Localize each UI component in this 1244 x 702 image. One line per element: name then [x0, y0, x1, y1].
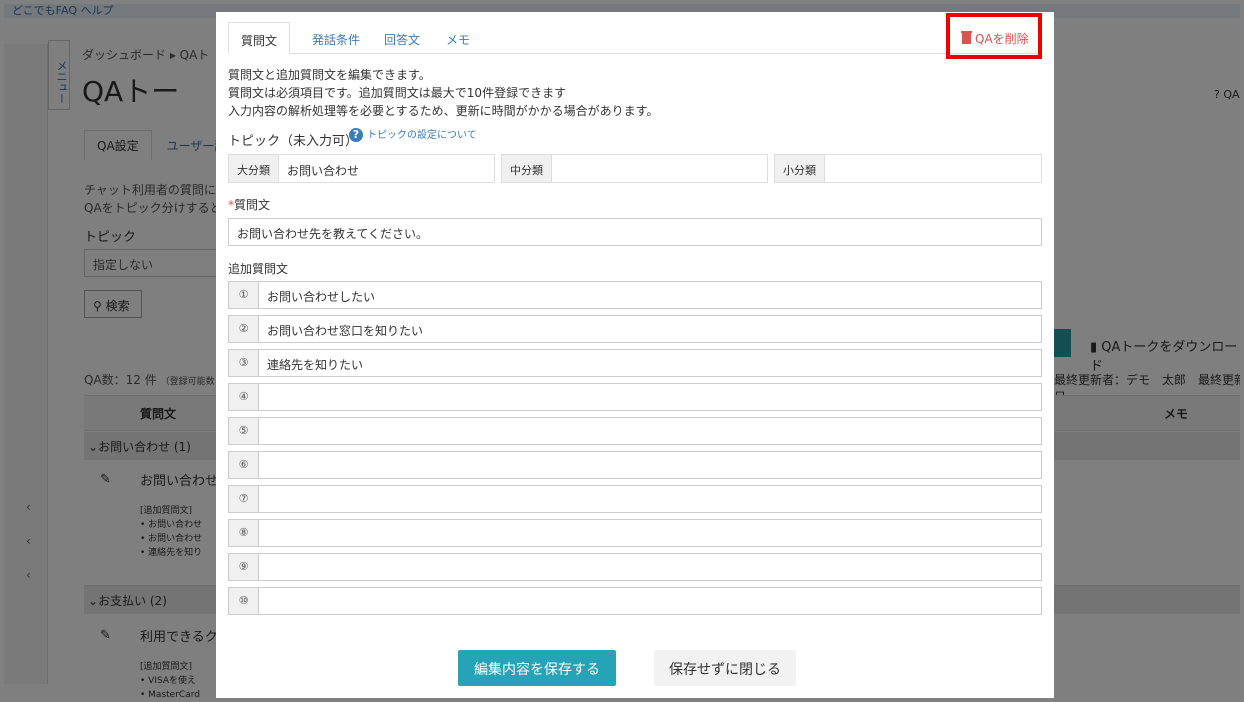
- additional-question-field[interactable]: ⑤: [228, 417, 1042, 445]
- additional-question-number: ③: [229, 350, 259, 376]
- modal-tabs: 質問文 発話条件 回答文 メモ: [228, 22, 1042, 54]
- additional-question-number: ⑤: [229, 418, 259, 444]
- additional-question-input[interactable]: お問い合わせしたい: [259, 282, 1041, 308]
- category-small-input[interactable]: [825, 155, 1041, 182]
- additional-question-field[interactable]: ① お問い合わせしたい: [228, 281, 1042, 309]
- info-line: 入力内容の解析処理等を必要とするため、更新に時間がかかる場合があります。: [228, 104, 659, 118]
- category-large-field[interactable]: 大分類 お問い合わせ: [228, 154, 495, 183]
- question-input[interactable]: お問い合わせ先を教えてください。: [228, 218, 1042, 246]
- category-small-field[interactable]: 小分類: [774, 154, 1042, 183]
- category-large-label: 大分類: [229, 155, 279, 182]
- topic-help-link[interactable]: ? トピックの設定について: [349, 126, 477, 142]
- additional-question-field[interactable]: ④: [228, 383, 1042, 411]
- category-mid-field[interactable]: 中分類: [501, 154, 768, 183]
- additional-question-field[interactable]: ⑨: [228, 553, 1042, 581]
- trash-icon: [961, 31, 972, 44]
- category-mid-input[interactable]: [552, 155, 767, 182]
- tab-memo[interactable]: メモ: [434, 22, 482, 54]
- category-large-input[interactable]: お問い合わせ: [279, 155, 494, 182]
- additional-question-field[interactable]: ⑧: [228, 519, 1042, 547]
- info-line: 質問文は必須項目です。追加質問文は最大で10件登録できます: [228, 86, 567, 100]
- category-small-label: 小分類: [775, 155, 825, 182]
- window-frame: どこでもFAQ ヘルプ ‹ ‹ ‹ メニュー ダッシュボード ▸ QAト QAト…: [0, 0, 1244, 702]
- edit-qa-modal: 質問文 発話条件 回答文 メモ QAを削除 質問文と追加質問文を編集できます。 …: [216, 12, 1054, 698]
- modal-info: 質問文と追加質問文を編集できます。 質問文は必須項目です。追加質問文は最大で10…: [228, 66, 658, 120]
- additional-question-field[interactable]: ⑩: [228, 587, 1042, 615]
- additional-question-input[interactable]: お問い合わせ窓口を知りたい: [259, 316, 1041, 342]
- question-circle-icon: ?: [349, 128, 363, 142]
- additional-question-number: ⑥: [229, 452, 259, 478]
- question-label-text: 質問文: [234, 198, 271, 212]
- additional-question-field[interactable]: ⑦: [228, 485, 1042, 513]
- save-button[interactable]: 編集内容を保存する: [458, 650, 616, 686]
- additional-question-number: ⑨: [229, 554, 259, 580]
- additional-label: 追加質問文: [228, 262, 289, 276]
- additional-question-number: ④: [229, 384, 259, 410]
- topic-label: トピック（未入力可）: [228, 134, 359, 149]
- additional-question-number: ⑦: [229, 486, 259, 512]
- additional-question-input[interactable]: [259, 486, 1041, 512]
- additional-question-input[interactable]: [259, 554, 1041, 580]
- additional-question-field[interactable]: ⑥: [228, 451, 1042, 479]
- additional-question-field[interactable]: ③ 連絡先を知りたい: [228, 349, 1042, 377]
- additional-question-input[interactable]: [259, 452, 1041, 478]
- additional-question-number: ⑧: [229, 520, 259, 546]
- additional-question-number: ②: [229, 316, 259, 342]
- additional-question-number: ⑩: [229, 588, 259, 614]
- additional-question-field[interactable]: ② お問い合わせ窓口を知りたい: [228, 315, 1042, 343]
- question-label: *質問文: [228, 196, 270, 213]
- category-mid-label: 中分類: [502, 155, 552, 182]
- close-without-saving-button[interactable]: 保存せずに閉じる: [654, 650, 796, 686]
- additional-question-input[interactable]: [259, 520, 1041, 546]
- tab-answer[interactable]: 回答文: [372, 22, 432, 54]
- delete-qa-button[interactable]: QAを削除: [946, 13, 1042, 59]
- additional-question-input[interactable]: [259, 418, 1041, 444]
- additional-question-input[interactable]: [259, 588, 1041, 614]
- info-line: 質問文と追加質問文を編集できます。: [228, 68, 431, 82]
- additional-question-input[interactable]: [259, 384, 1041, 410]
- topic-help-text: トピックの設定について: [367, 130, 477, 141]
- tab-utterance-conditions[interactable]: 発話条件: [300, 22, 372, 54]
- additional-question-number: ①: [229, 282, 259, 308]
- tab-question[interactable]: 質問文: [228, 22, 291, 54]
- additional-question-input[interactable]: 連絡先を知りたい: [259, 350, 1041, 376]
- delete-qa-label: QAを削除: [975, 32, 1029, 46]
